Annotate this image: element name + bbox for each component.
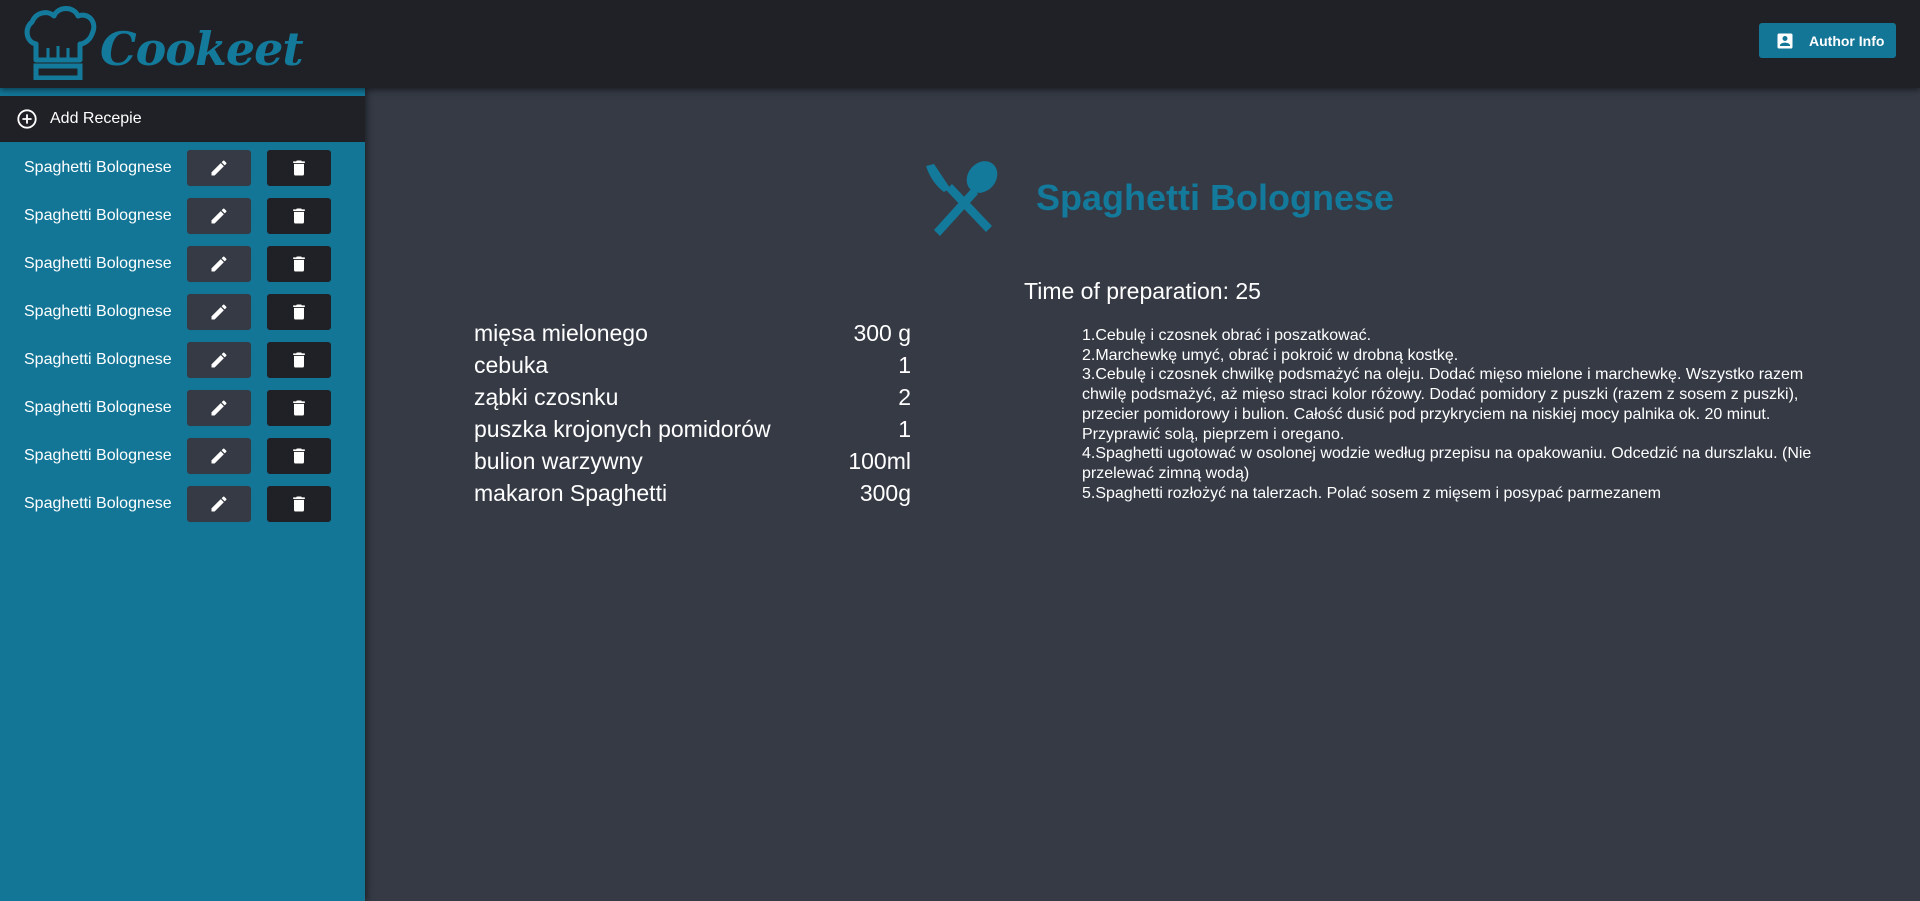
edit-recipe-button[interactable] <box>187 246 251 282</box>
top-bar: Cookeet Author Info <box>0 0 1920 88</box>
recipe-list-item: Spaghetti Bolognese <box>0 342 365 390</box>
edit-recipe-button[interactable] <box>187 198 251 234</box>
ingredient-name: puszka krojonych pomidorów <box>474 416 771 442</box>
edit-recipe-button[interactable] <box>187 390 251 426</box>
recipe-list-item: Spaghetti Bolognese <box>0 294 365 342</box>
preparation-time-label: Time of preparation: <box>1024 278 1236 304</box>
account-box-icon <box>1777 33 1793 48</box>
sidebar: Add Recepie Spaghetti Bolognese Spaghett… <box>0 88 365 901</box>
ingredient-row: cebuka 1 <box>474 352 911 384</box>
recipe-list-item: Spaghetti Bolognese <box>0 150 365 198</box>
ingredients-list: mięsa mielonego 300 g cebuka 1 ząbki czo… <box>474 320 911 512</box>
fork-spoon-icon <box>926 161 998 236</box>
preparation-time-value: 25 <box>1235 278 1261 304</box>
ingredient-row: puszka krojonych pomidorów 1 <box>474 416 911 448</box>
add-recipe-button[interactable]: Add Recepie <box>0 96 365 142</box>
recipe-name[interactable]: Spaghetti Bolognese <box>24 246 172 282</box>
edit-recipe-button[interactable] <box>187 342 251 378</box>
ingredient-row: bulion warzywny 100ml <box>474 448 911 480</box>
ingredient-amount: 1 <box>898 416 911 442</box>
recipe-list-item: Spaghetti Bolognese <box>0 486 365 534</box>
preparation-step: 2.Marchewkę umyć, obrać i pokroić w drob… <box>1082 346 1459 364</box>
recipe-title: Spaghetti Bolognese <box>1036 177 1395 218</box>
recipe-name[interactable]: Spaghetti Bolognese <box>24 150 172 186</box>
preparation-time: Time of preparation: 25 <box>365 278 1920 305</box>
delete-recipe-button[interactable] <box>267 390 331 426</box>
ingredient-amount: 300g <box>859 480 911 506</box>
add-recipe-label: Add Recepie <box>50 110 142 127</box>
pencil-icon <box>211 352 227 368</box>
ingredient-amount: 300 g <box>853 320 911 346</box>
delete-recipe-button[interactable] <box>267 342 331 378</box>
preparation-step: 3.Cebulę i czosnek chwilkę podsmażyć na … <box>1082 366 1804 443</box>
trash-icon <box>293 256 305 272</box>
delete-recipe-button[interactable] <box>267 246 331 282</box>
edit-recipe-button[interactable] <box>187 150 251 186</box>
recipe-list-item: Spaghetti Bolognese <box>0 246 365 294</box>
ingredient-row: mięsa mielonego 300 g <box>474 320 911 352</box>
add-circle-icon <box>17 109 37 129</box>
recipe-list-item: Spaghetti Bolognese <box>0 198 365 246</box>
trash-icon <box>293 448 305 464</box>
pencil-icon <box>211 496 227 512</box>
trash-icon <box>293 304 305 320</box>
chef-hat-icon <box>24 6 97 80</box>
pencil-icon <box>211 208 227 224</box>
trash-icon <box>293 352 305 368</box>
preparation-steps: 1.Cebulę i czosnek obrać i poszatkować. … <box>1082 326 1842 503</box>
ingredient-name: mięsa mielonego <box>474 320 648 346</box>
trash-icon <box>293 496 305 512</box>
recipe-list-item: Spaghetti Bolognese <box>0 390 365 438</box>
delete-recipe-button[interactable] <box>267 150 331 186</box>
preparation-step: 4.Spaghetti ugotować w osolonej wodzie w… <box>1082 445 1812 482</box>
ingredient-row: makaron Spaghetti 300g <box>474 480 911 512</box>
recipe-name[interactable]: Spaghetti Bolognese <box>24 486 172 522</box>
recipe-name[interactable]: Spaghetti Bolognese <box>24 438 172 474</box>
pencil-icon <box>211 400 227 416</box>
recipe-list: Spaghetti Bolognese Spaghetti Bolognese <box>0 150 365 534</box>
delete-recipe-button[interactable] <box>267 438 331 474</box>
delete-recipe-button[interactable] <box>267 198 331 234</box>
edit-recipe-button[interactable] <box>187 438 251 474</box>
recipe-name[interactable]: Spaghetti Bolognese <box>24 198 172 234</box>
pencil-icon <box>211 256 227 272</box>
app-root: Cookeet Author Info Add Recepie Spaghett… <box>0 0 1920 901</box>
author-info-label: Author Info <box>1809 32 1885 49</box>
recipe-name[interactable]: Spaghetti Bolognese <box>24 342 172 378</box>
sidebar-accent-strip <box>0 88 365 96</box>
author-info-button[interactable]: Author Info <box>1759 23 1896 58</box>
edit-recipe-button[interactable] <box>187 294 251 330</box>
ingredient-amount: 1 <box>898 352 911 378</box>
delete-recipe-button[interactable] <box>267 486 331 522</box>
edit-recipe-button[interactable] <box>187 486 251 522</box>
ingredient-name: ząbki czosnku <box>474 384 619 410</box>
trash-icon <box>293 160 305 176</box>
pencil-icon <box>211 304 227 320</box>
trash-icon <box>293 400 305 416</box>
pencil-icon <box>211 160 227 176</box>
recipe-header: Spaghetti Bolognese <box>920 158 1394 238</box>
logo-text: Cookeet <box>100 22 304 76</box>
preparation-step: 1.Cebulę i czosnek obrać i poszatkować. <box>1082 327 1372 344</box>
ingredient-amount: 2 <box>898 384 911 410</box>
trash-icon <box>293 208 305 224</box>
ingredient-name: bulion warzywny <box>474 448 643 474</box>
delete-recipe-button[interactable] <box>267 294 331 330</box>
recipe-name[interactable]: Spaghetti Bolognese <box>24 294 172 330</box>
pencil-icon <box>211 448 227 464</box>
recipe-name[interactable]: Spaghetti Bolognese <box>24 390 172 426</box>
recipe-detail: Spaghetti Bolognese Time of preparation:… <box>365 88 1920 901</box>
preparation-step: 5.Spaghetti rozłożyć na talerzach. Polać… <box>1082 484 1661 502</box>
ingredient-name: makaron Spaghetti <box>474 480 668 506</box>
ingredient-name: cebuka <box>474 352 549 378</box>
ingredient-row: ząbki czosnku 2 <box>474 384 911 416</box>
ingredient-amount: 100ml <box>848 448 911 474</box>
logo[interactable]: Cookeet <box>22 2 304 80</box>
recipe-list-item: Spaghetti Bolognese <box>0 438 365 486</box>
